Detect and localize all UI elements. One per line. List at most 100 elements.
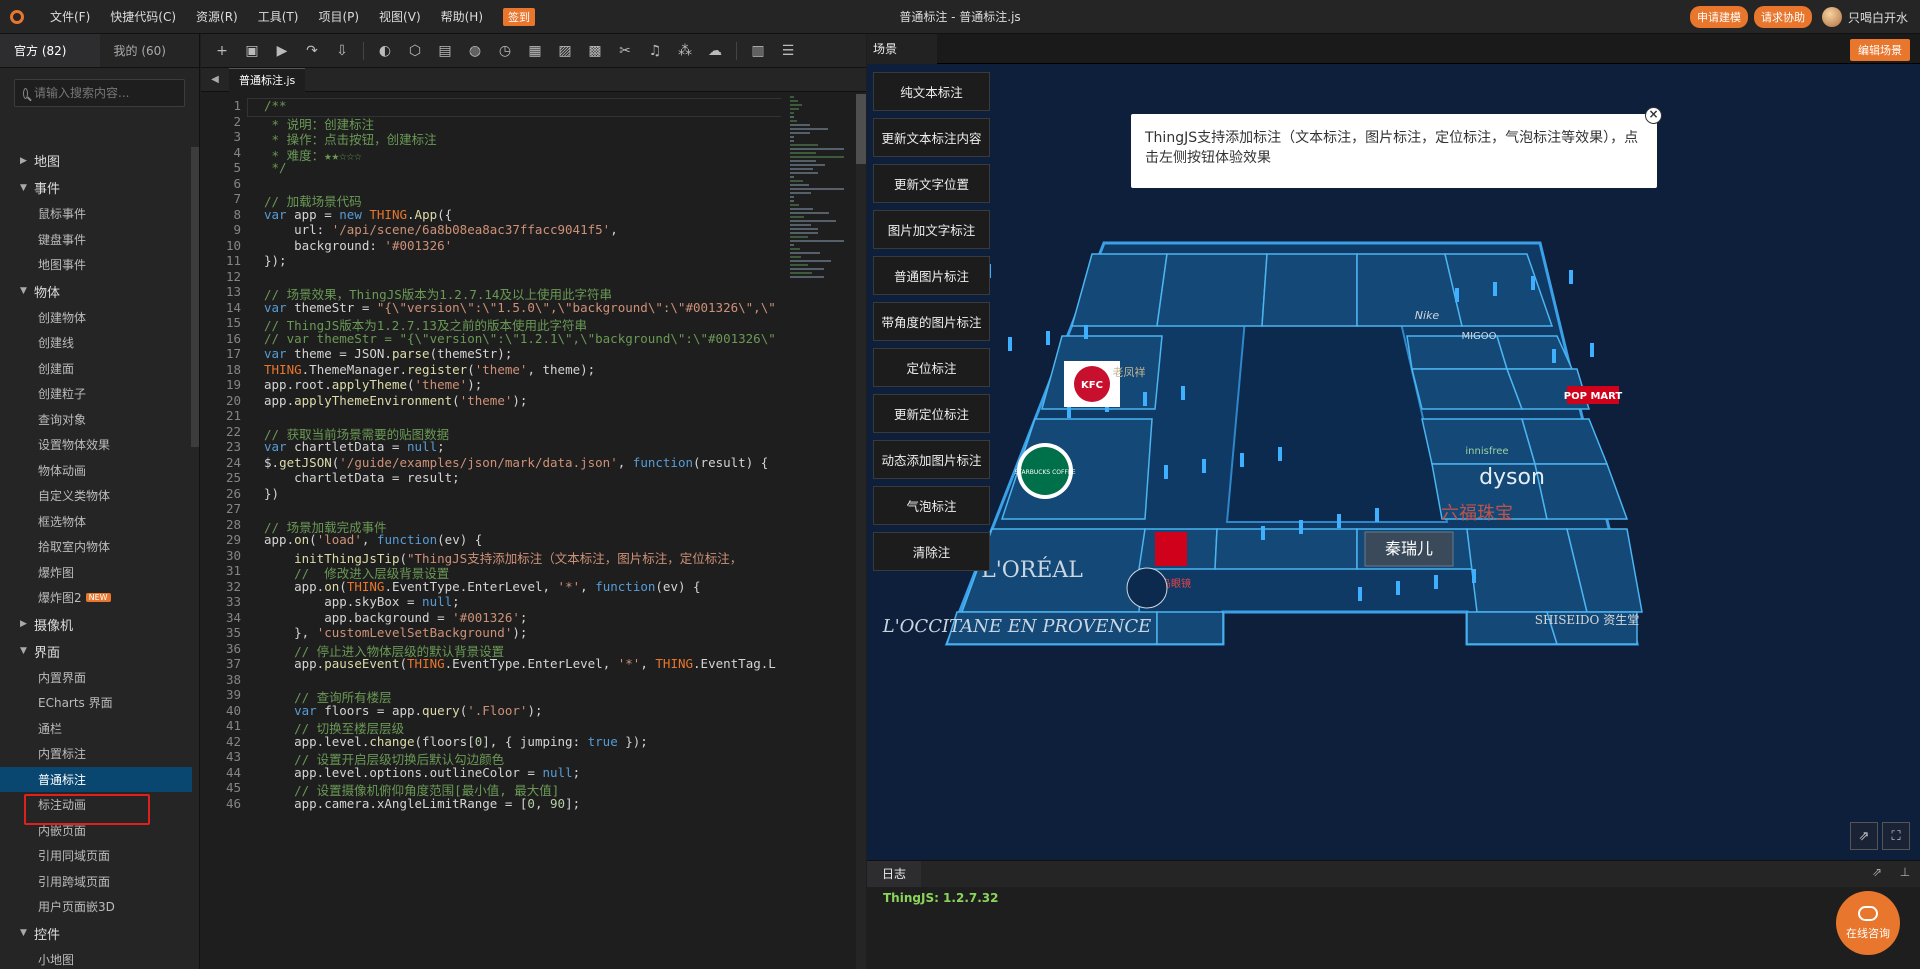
tree-item[interactable]: 用户页面嵌3D <box>0 894 192 920</box>
pin-icon[interactable]: ⊥ <box>1896 865 1914 883</box>
menu-item-4[interactable]: 项目(P) <box>318 8 359 25</box>
tree-item[interactable]: 创建粒子 <box>0 381 192 407</box>
tree-item[interactable]: 创建线 <box>0 330 192 356</box>
search-box[interactable] <box>14 79 185 107</box>
tree-category[interactable]: ▼ 界面 <box>0 638 192 665</box>
save-icon[interactable]: ▣ <box>237 38 267 64</box>
menu-item-0[interactable]: 文件(F) <box>50 8 90 25</box>
grid-icon[interactable]: ▦ <box>520 38 550 64</box>
tree-item[interactable]: 内置标注 <box>0 741 192 767</box>
sidebar-tab-1[interactable]: 我的 (60) <box>100 34 200 67</box>
avatar[interactable] <box>1821 7 1842 27</box>
download-icon[interactable]: ⇩ <box>327 38 357 64</box>
tree-category[interactable]: ▼ 事件 <box>0 174 192 201</box>
mark-button-0[interactable]: 纯文本标注 <box>873 72 990 111</box>
building-icon[interactable]: ▤ <box>430 38 460 64</box>
code-line: app.root.applyTheme('theme'); <box>264 377 483 392</box>
tree-item[interactable]: 通栏 <box>0 716 192 742</box>
add-icon[interactable]: + <box>207 38 237 64</box>
tree-item[interactable]: 鼠标事件 <box>0 201 192 227</box>
sidebar-tab-0[interactable]: 官方 (82) <box>0 34 100 67</box>
tree-item[interactable]: 自定义类物体 <box>0 483 192 509</box>
share-icon[interactable]: ↷ <box>297 38 327 64</box>
popout-icon[interactable]: ⇗ <box>1868 865 1886 883</box>
tree-item[interactable]: 地图事件 <box>0 252 192 278</box>
code-area[interactable]: 1/** 2 * 说明：创建标注 3 * 操作：点击按钮，创建标注 4 * 难度：★★… <box>201 94 781 969</box>
tree-item[interactable]: 查询对象 <box>0 407 192 433</box>
tree-item[interactable]: 引用跨域页面 <box>0 869 192 895</box>
image-icon[interactable]: ▨ <box>550 38 580 64</box>
tree-category[interactable]: ▼ 控件 <box>0 920 192 947</box>
mark-button-5[interactable]: 带角度的图片标注 <box>873 302 990 341</box>
tree-item[interactable]: 物体动画 <box>0 458 192 484</box>
picture-icon[interactable]: ▩ <box>580 38 610 64</box>
clock-icon[interactable]: ◷ <box>490 38 520 64</box>
tree-item[interactable]: 普通标注 <box>0 766 192 792</box>
tree-item[interactable]: ECharts 界面 <box>0 690 192 716</box>
cube-icon[interactable]: ⬡ <box>400 38 430 64</box>
tools-icon[interactable]: ✂ <box>610 38 640 64</box>
tree-category[interactable]: ▶ 地图 <box>0 147 192 174</box>
cluster-icon[interactable]: ⁂ <box>670 38 700 64</box>
tree-category[interactable]: ▼ 物体 <box>0 278 192 305</box>
tab-scene[interactable]: 场景 <box>867 33 937 64</box>
mark-button-8[interactable]: 动态添加图片标注 <box>873 440 990 479</box>
tree-item[interactable]: 创建面 <box>0 356 192 382</box>
tree-item[interactable]: 标注动画 <box>0 792 192 818</box>
editor-scrollbar[interactable] <box>856 94 866 969</box>
menu-item-5[interactable]: 视图(V) <box>379 8 421 25</box>
menu-item-6[interactable]: 帮助(H) <box>441 8 483 25</box>
username[interactable]: 只喝白开水 <box>1848 9 1908 26</box>
music-icon[interactable]: ♫ <box>640 38 670 64</box>
book-icon[interactable]: ▥ <box>743 38 773 64</box>
mark-button-7[interactable]: 更新定位标注 <box>873 394 990 433</box>
line-number: 14 <box>225 299 241 315</box>
search-input[interactable] <box>34 86 184 100</box>
close-icon[interactable]: × <box>1645 107 1662 124</box>
line-number: 36 <box>225 640 241 656</box>
tree-item[interactable]: 设置物体效果 <box>0 432 192 458</box>
menu-item-3[interactable]: 工具(T) <box>258 8 299 25</box>
3d-viewport[interactable]: KFC STARBUCKS COFFEE L'ORÉAL L'OCCITANE EN … <box>867 64 1920 860</box>
run-icon[interactable]: ▶ <box>267 38 297 64</box>
collapse-arrow-icon[interactable]: ◀ <box>201 74 229 85</box>
request-help-button[interactable]: 请求协助 <box>1753 6 1812 28</box>
tree-item[interactable]: 创建物体 <box>0 305 192 331</box>
edit-scene-button[interactable]: 编辑场景 <box>1850 39 1910 61</box>
apply-model-button[interactable]: 申请建模 <box>1689 6 1748 28</box>
mark-button-1[interactable]: 更新文本标注内容 <box>873 118 990 157</box>
mark-button-6[interactable]: 定位标注 <box>873 348 990 387</box>
cloud-icon[interactable]: ☁ <box>700 38 730 64</box>
tree-item[interactable]: 爆炸图2 NEW <box>0 585 192 611</box>
line-number: 11 <box>225 253 241 268</box>
tree-item[interactable]: 内置界面 <box>0 665 192 691</box>
online-consult-button[interactable]: 在线咨询 <box>1836 891 1900 955</box>
minimap[interactable] <box>786 94 856 969</box>
tree-item[interactable]: 引用同域页面 <box>0 843 192 869</box>
theme-icon[interactable]: ◐ <box>370 38 400 64</box>
file-tab-active[interactable]: 普通标注.js <box>229 67 306 92</box>
tree-item[interactable]: 内嵌页面 <box>0 818 192 844</box>
tree-item[interactable]: 键盘事件 <box>0 227 192 253</box>
mark-button-10[interactable]: 清除注 <box>873 532 990 571</box>
open-external-icon[interactable]: ⇗ <box>1850 822 1878 850</box>
mark-button-3[interactable]: 图片加文字标注 <box>873 210 990 249</box>
tree-item[interactable]: 爆炸图 <box>0 560 192 586</box>
signin-button[interactable]: 签到 <box>503 7 536 26</box>
globe-icon[interactable]: ◍ <box>460 38 490 64</box>
menu-item-2[interactable]: 资源(R) <box>196 8 238 25</box>
tree-item[interactable]: 框选物体 <box>0 509 192 535</box>
settings-icon[interactable]: ☰ <box>773 38 803 64</box>
tree-category[interactable]: ▶ 摄像机 <box>0 611 192 638</box>
tree-item[interactable]: 小地图 <box>0 947 192 969</box>
tree-item[interactable]: 拾取室内物体 <box>0 534 192 560</box>
app-logo[interactable] <box>0 0 34 34</box>
code-line: chartletData = result; <box>264 470 460 485</box>
mark-button-2[interactable]: 更新文字位置 <box>873 164 990 203</box>
mark-button-9[interactable]: 气泡标注 <box>873 486 990 525</box>
fullscreen-icon[interactable]: ⛶ <box>1882 822 1910 850</box>
mark-button-4[interactable]: 普通图片标注 <box>873 256 990 295</box>
sidebar-scrollbar[interactable] <box>191 147 199 447</box>
tab-log[interactable]: 日志 <box>867 861 922 887</box>
menu-item-1[interactable]: 快捷代码(C) <box>110 8 176 25</box>
